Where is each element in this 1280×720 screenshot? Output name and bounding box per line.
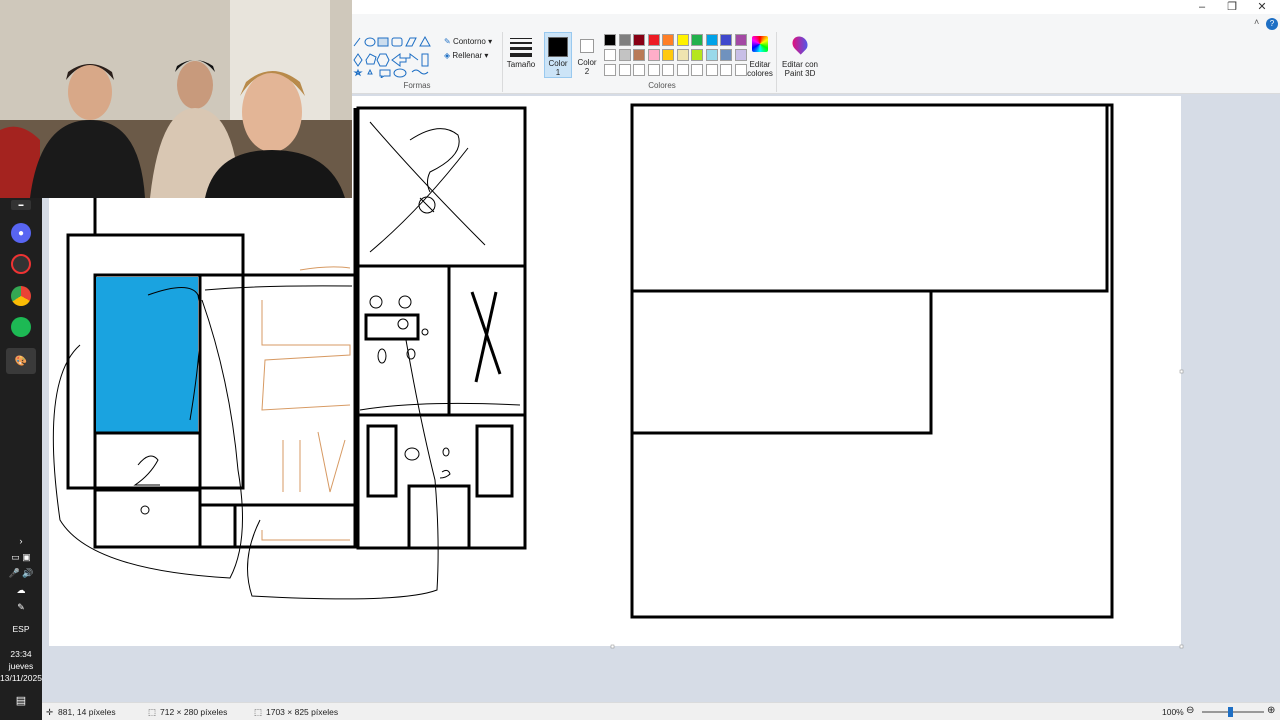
shapes-gallery[interactable] [352, 34, 442, 78]
fill-bucket-icon: ◈ [444, 51, 451, 60]
help-icon[interactable]: ? [1266, 18, 1278, 30]
size-button[interactable]: Tamaño [506, 32, 536, 78]
palette-swatch[interactable] [676, 49, 689, 61]
palette-swatch[interactable] [662, 49, 674, 61]
color2-label: Color 2 [577, 58, 597, 76]
chevron-up-icon[interactable]: › [0, 536, 42, 546]
selection-size: 712 × 280 píxeles [160, 707, 228, 717]
palette-swatch[interactable] [647, 34, 660, 46]
notifications-icon[interactable]: ▤ [0, 694, 42, 707]
paint3d-button[interactable]: Editar con Paint 3D [780, 33, 820, 80]
edit-colors-button[interactable]: Editar colores [746, 34, 774, 80]
network-icon[interactable]: ▭ ▣ [0, 552, 42, 563]
clock[interactable]: 23:34 jueves 13/11/2025 [0, 648, 42, 684]
cloud-icon[interactable]: ☁ [0, 585, 42, 596]
image-size-icon: ⬚ [254, 707, 263, 717]
palette-swatch[interactable] [720, 64, 732, 76]
palette-swatch[interactable] [647, 64, 660, 76]
obs-icon[interactable] [11, 254, 31, 274]
color2-swatch [580, 39, 594, 53]
palette-swatch[interactable] [618, 34, 631, 46]
cursor-position: 881, 14 píxeles [58, 707, 116, 717]
color-palette [600, 34, 750, 78]
outline-icon: ✎ [444, 37, 451, 46]
clock-time: 23:34 [10, 649, 32, 659]
palette-swatch[interactable] [662, 64, 674, 76]
volume-icon[interactable]: 🎤 🔊 [0, 568, 42, 579]
cursor-icon: ✛ [46, 707, 54, 717]
outline-dropdown[interactable]: ✎ Contorno ▾ [444, 37, 492, 46]
clock-day: jueves [8, 661, 34, 671]
palette-swatch[interactable] [691, 64, 703, 76]
palette-swatch[interactable] [633, 34, 645, 46]
title-bar: – ❐ ✕ [352, 0, 1280, 14]
palette-swatch[interactable] [691, 49, 703, 61]
restore-button[interactable]: ❐ [1217, 0, 1247, 14]
color1-label: Color 1 [548, 59, 568, 77]
status-bar: ✛ 881, 14 píxeles ⬚ 712 × 280 píxeles ⬚ … [42, 702, 1280, 720]
palette-swatch[interactable] [633, 49, 645, 61]
meister-app-icon[interactable]: ▬ [11, 200, 31, 210]
discord-icon[interactable]: ● [11, 223, 31, 243]
color1-swatch [548, 37, 568, 57]
image-size: 1703 × 825 píxeles [266, 707, 339, 717]
palette-swatch[interactable] [633, 64, 645, 76]
line-size-icon [510, 38, 532, 57]
palette-swatch[interactable] [676, 34, 689, 46]
palette-swatch[interactable] [705, 64, 718, 76]
close-button[interactable]: ✕ [1247, 0, 1277, 14]
palette-swatch[interactable] [604, 34, 616, 46]
fill-dropdown[interactable]: ◈ Rellenar ▾ [444, 51, 488, 60]
color1-button[interactable]: Color 1 [544, 32, 572, 78]
palette-swatch[interactable] [705, 49, 718, 61]
spotify-icon[interactable] [11, 317, 31, 337]
palette-swatch[interactable] [647, 49, 660, 61]
palette-swatch[interactable] [720, 49, 732, 61]
palette-swatch[interactable] [618, 49, 631, 61]
webcam-overlay [0, 0, 352, 198]
shapes-group-label: Formas [403, 81, 431, 90]
palette-swatch[interactable] [720, 34, 732, 46]
ribbon: ✎ Contorno ▾ ◈ Rellenar ▾ Formas Tamaño … [352, 14, 1280, 94]
paint3d-label: Editar con Paint 3D [781, 60, 819, 78]
palette-swatch[interactable] [734, 34, 747, 46]
paint3d-icon [789, 33, 811, 55]
colors-group-label: Colores [648, 81, 676, 90]
zoom-slider[interactable] [1202, 711, 1264, 713]
minimize-button[interactable]: – [1187, 0, 1217, 14]
selection-icon: ⬚ [148, 707, 157, 717]
paint-icon[interactable]: 🎨 [6, 348, 36, 374]
palette-swatch[interactable] [705, 34, 718, 46]
pen-icon[interactable]: ✎ [0, 602, 42, 613]
rainbow-icon [752, 36, 768, 52]
zoom-level: 100% [1162, 707, 1184, 717]
zoom-in-button[interactable]: ⊕ [1267, 705, 1275, 716]
collapse-ribbon-icon[interactable]: ˄ [1254, 17, 1259, 27]
language-indicator[interactable]: ESP [0, 624, 42, 634]
zoom-slider-thumb[interactable] [1228, 707, 1233, 717]
size-label: Tamaño [506, 60, 536, 69]
palette-swatch[interactable] [691, 34, 703, 46]
palette-swatch[interactable] [676, 64, 689, 76]
palette-swatch[interactable] [604, 49, 616, 61]
chrome-icon[interactable] [11, 286, 31, 306]
palette-swatch[interactable] [618, 64, 631, 76]
edit-colors-label: Editar colores [747, 60, 773, 78]
zoom-out-button[interactable]: ⊖ [1186, 705, 1194, 716]
color2-button[interactable]: Color 2 [574, 32, 602, 78]
separator [502, 32, 503, 92]
palette-swatch[interactable] [604, 64, 616, 76]
palette-swatch[interactable] [662, 34, 674, 46]
clock-date: 13/11/2025 [0, 673, 42, 683]
